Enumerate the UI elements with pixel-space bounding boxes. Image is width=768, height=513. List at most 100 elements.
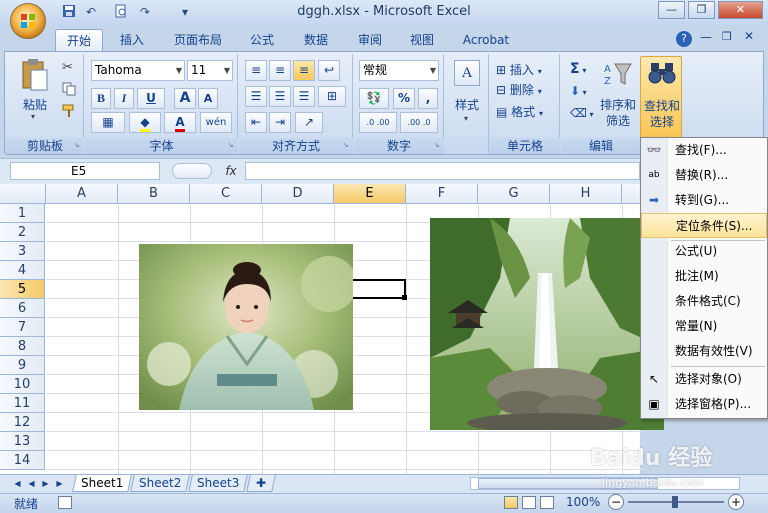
help-icon[interactable]: ? bbox=[676, 31, 692, 47]
row-header-14[interactable]: 14 bbox=[0, 451, 45, 470]
borders-button[interactable]: ▦ bbox=[91, 112, 125, 133]
align-left-button[interactable]: ☰ bbox=[245, 86, 267, 107]
macro-record-icon[interactable] bbox=[58, 496, 72, 509]
tab-formulas[interactable]: 公式 bbox=[240, 29, 284, 51]
comma-button[interactable]: , bbox=[418, 88, 438, 109]
insert-function-button[interactable]: fx bbox=[220, 162, 242, 180]
row-header-12[interactable]: 12 bbox=[0, 413, 45, 432]
workbook-close-icon[interactable]: ✕ bbox=[744, 29, 754, 43]
accounting-format-button[interactable]: 💱 bbox=[359, 88, 389, 109]
normal-view-icon[interactable] bbox=[504, 496, 518, 509]
align-middle-button[interactable]: ≡ bbox=[269, 60, 291, 81]
row-header-13[interactable]: 13 bbox=[0, 432, 45, 451]
number-format-combo[interactable]: 常规 ▼ bbox=[359, 60, 439, 81]
find-select-button[interactable]: 查找和 选择 bbox=[640, 56, 682, 138]
column-header-a[interactable]: A bbox=[46, 184, 118, 204]
format-painter-icon[interactable] bbox=[62, 104, 76, 118]
clipboard-launcher-icon[interactable]: ↘ bbox=[72, 141, 81, 150]
align-bottom-button[interactable]: ≡ bbox=[293, 60, 315, 81]
select-all-corner[interactable] bbox=[0, 184, 46, 204]
styles-button[interactable]: A 样式 ▾ bbox=[450, 58, 484, 136]
increase-indent-button[interactable]: ⇥ bbox=[269, 112, 291, 133]
row-header-5[interactable]: 5 bbox=[0, 280, 45, 299]
shrink-font-button[interactable]: A bbox=[198, 88, 218, 109]
tab-insert[interactable]: 插入 bbox=[110, 29, 154, 51]
column-header-e[interactable]: E bbox=[334, 184, 406, 204]
column-header-g[interactable]: G bbox=[478, 184, 550, 204]
sheet-tab-sheet1[interactable]: Sheet1 bbox=[72, 475, 132, 492]
column-header-d[interactable]: D bbox=[262, 184, 334, 204]
wrap-text-button[interactable]: ↩ bbox=[318, 60, 340, 81]
row-header-9[interactable]: 9 bbox=[0, 356, 45, 375]
zoom-slider-handle[interactable] bbox=[672, 496, 678, 508]
tab-review[interactable]: 审阅 bbox=[348, 29, 392, 51]
bold-button[interactable]: B bbox=[91, 88, 111, 109]
zoom-level[interactable]: 100% bbox=[566, 495, 600, 509]
first-sheet-icon[interactable]: ◀ bbox=[12, 477, 23, 490]
next-sheet-icon[interactable]: ▶ bbox=[40, 477, 51, 490]
page-break-view-icon[interactable] bbox=[540, 496, 554, 509]
column-header-h[interactable]: H bbox=[550, 184, 622, 204]
underline-button[interactable]: U bbox=[137, 88, 165, 109]
row-header-1[interactable]: 1 bbox=[0, 204, 45, 223]
menu-item-data-validation[interactable]: 数据有效性(V) bbox=[641, 339, 767, 364]
menu-item-comments[interactable]: 批注(M) bbox=[641, 264, 767, 289]
row-header-3[interactable]: 3 bbox=[0, 242, 45, 261]
tab-data[interactable]: 数据 bbox=[294, 29, 338, 51]
picture-portrait[interactable] bbox=[139, 244, 353, 410]
formula-bar-splitter[interactable] bbox=[172, 163, 212, 179]
tab-home[interactable]: 开始 bbox=[55, 29, 103, 51]
column-header-i[interactable] bbox=[622, 184, 642, 204]
sort-filter-button[interactable]: A Z 排序和 筛选 bbox=[598, 58, 638, 136]
font-name-combo[interactable]: Tahoma ▼ bbox=[91, 60, 185, 81]
font-launcher-icon[interactable]: ↘ bbox=[226, 141, 235, 150]
menu-item-selection-pane[interactable]: ▣ 选择窗格(P)... bbox=[641, 392, 767, 417]
sheet-tab-sheet3[interactable]: Sheet3 bbox=[188, 475, 248, 492]
office-button[interactable] bbox=[10, 3, 46, 39]
menu-item-replace[interactable]: ab 替换(R)... bbox=[641, 163, 767, 188]
row-header-10[interactable]: 10 bbox=[0, 375, 45, 394]
zoom-out-button[interactable]: − bbox=[608, 494, 624, 510]
zoom-in-button[interactable]: + bbox=[728, 494, 744, 510]
restore-button[interactable]: ❐ bbox=[688, 1, 715, 19]
column-header-f[interactable]: F bbox=[406, 184, 478, 204]
column-header-b[interactable]: B bbox=[118, 184, 190, 204]
row-header-4[interactable]: 4 bbox=[0, 261, 45, 280]
increase-decimal-button[interactable]: .0 .00 bbox=[359, 112, 397, 133]
prev-sheet-icon[interactable]: ◀ bbox=[26, 477, 37, 490]
column-header-c[interactable]: C bbox=[190, 184, 262, 204]
autosum-button[interactable]: Σ ▾ bbox=[570, 59, 586, 81]
name-box[interactable]: E5 bbox=[10, 162, 160, 180]
tab-view[interactable]: 视图 bbox=[400, 29, 444, 51]
insert-sheet-button[interactable]: ✚ bbox=[246, 475, 276, 492]
tab-page-layout[interactable]: 页面布局 bbox=[166, 29, 230, 51]
delete-cells-button[interactable]: ⊟ 删除 ▾ bbox=[496, 80, 542, 102]
menu-item-goto[interactable]: ➡ 转到(G)... bbox=[641, 188, 767, 213]
decrease-decimal-button[interactable]: .00 .0 bbox=[400, 112, 438, 133]
page-layout-view-icon[interactable] bbox=[522, 496, 536, 509]
close-button[interactable]: ✕ bbox=[718, 1, 763, 19]
alignment-launcher-icon[interactable]: ↘ bbox=[341, 141, 350, 150]
italic-button[interactable]: I bbox=[114, 88, 134, 109]
align-center-button[interactable]: ☰ bbox=[269, 86, 291, 107]
menu-item-goto-special[interactable]: 定位条件(S)... bbox=[641, 213, 767, 238]
cut-icon[interactable]: ✂ bbox=[62, 60, 73, 75]
menu-item-find[interactable]: 👓 查找(F)... bbox=[641, 138, 767, 163]
font-size-combo[interactable]: 11 ▼ bbox=[187, 60, 233, 81]
format-cells-button[interactable]: ▤ 格式 ▾ bbox=[496, 102, 543, 124]
menu-item-formulas[interactable]: 公式(U) bbox=[641, 239, 767, 264]
picture-waterfall[interactable] bbox=[430, 218, 664, 430]
fill-color-button[interactable]: ◆ bbox=[129, 112, 161, 133]
font-color-button[interactable]: A bbox=[164, 112, 196, 133]
align-right-button[interactable]: ☰ bbox=[293, 86, 315, 107]
menu-item-constants[interactable]: 常量(N) bbox=[641, 314, 767, 339]
orientation-button[interactable]: ↗ bbox=[295, 112, 323, 133]
formula-input[interactable] bbox=[245, 162, 640, 180]
ribbon-minimize-icon[interactable]: — bbox=[700, 30, 712, 44]
grow-font-button[interactable]: A bbox=[174, 88, 196, 109]
copy-icon[interactable] bbox=[62, 82, 76, 96]
row-header-8[interactable]: 8 bbox=[0, 337, 45, 356]
clear-button[interactable]: ⌫ ▾ bbox=[570, 103, 594, 125]
sheet-tab-sheet2[interactable]: Sheet2 bbox=[130, 475, 190, 492]
insert-cells-button[interactable]: ⊞ 插入 ▾ bbox=[496, 60, 542, 82]
